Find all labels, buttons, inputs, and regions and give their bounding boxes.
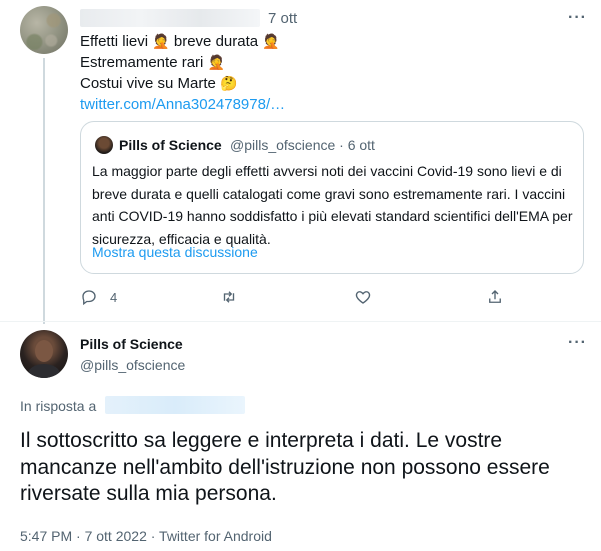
main-tweet-text: Il sottoscritto sa leggere e interpreta …: [20, 429, 550, 505]
thinking-emoji-icon: 🤔: [220, 75, 238, 91]
reply-count: 4: [110, 289, 118, 305]
author-handle[interactable]: @pills_ofscience: [80, 357, 185, 373]
show-thread-link[interactable]: Mostra questa discussione: [92, 244, 258, 260]
quoted-author-name[interactable]: Pills of Science: [119, 137, 222, 153]
like-button[interactable]: [354, 288, 372, 306]
avatar[interactable]: [20, 330, 68, 378]
share-icon: [489, 290, 501, 303]
tweet-link[interactable]: twitter.com/Anna302478978/…: [80, 94, 285, 115]
facepalm-emoji-icon: 🤦: [262, 33, 280, 49]
heart-icon: [355, 291, 371, 304]
redacted-reply-recipient[interactable]: [105, 396, 245, 414]
reply-icon: [82, 290, 96, 306]
retweet-icon: [223, 291, 235, 303]
share-button[interactable]: [486, 288, 504, 306]
tweet-text-line: Costui vive su Marte 🤔: [80, 75, 238, 92]
quoted-tweet-text: La maggior parte degli effetti avversi n…: [92, 163, 573, 247]
divider: [0, 321, 601, 322]
redacted-author-name[interactable]: [80, 9, 260, 27]
facepalm-emoji-icon: 🤦: [207, 54, 225, 70]
more-options-icon[interactable]: ···: [568, 9, 587, 27]
tweet-text-line: Effetti lievi 🤦 breve durata 🤦: [80, 33, 280, 50]
more-options-icon[interactable]: ···: [568, 334, 587, 352]
tweet-timestamp[interactable]: 7 ott: [268, 10, 297, 27]
retweet-button[interactable]: [220, 288, 238, 306]
quoted-handle-time: @pills_ofscience · 6 ott: [230, 137, 375, 153]
quoted-tweet-card[interactable]: Pills of Science @pills_ofscience · 6 ot…: [80, 121, 584, 274]
thread-line: [43, 58, 45, 324]
reply-button[interactable]: 4: [80, 288, 117, 306]
facepalm-emoji-icon: 🤦: [152, 33, 170, 49]
quoted-avatar[interactable]: [95, 136, 113, 154]
reply-to-label: In risposta a: [20, 398, 97, 414]
tweet-text-line: Estremamente rari 🤦: [80, 54, 225, 71]
author-name[interactable]: Pills of Science: [80, 336, 183, 352]
avatar[interactable]: [20, 6, 68, 54]
tweet-meta: 5:47 PM · 7 ott 2022 · Twitter for Andro…: [20, 528, 272, 544]
